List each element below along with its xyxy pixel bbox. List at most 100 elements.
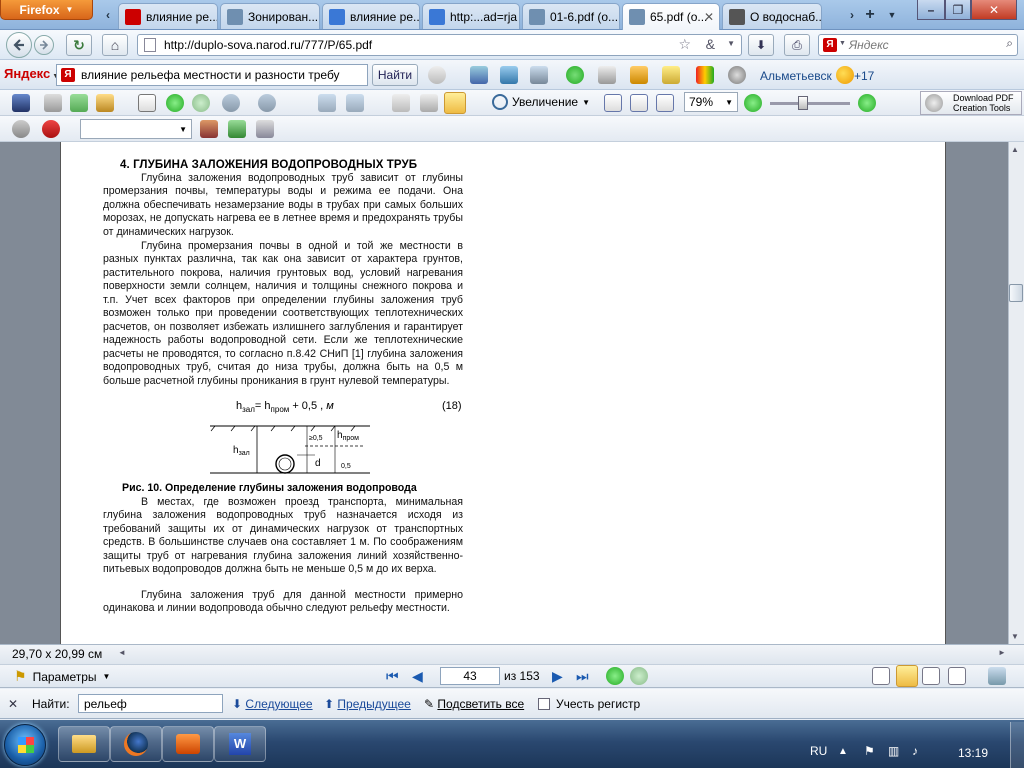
taskbar-word[interactable]: W bbox=[214, 726, 266, 762]
firefox-menu-button[interactable]: Firefox ▼ bbox=[0, 0, 93, 20]
redo-icon[interactable] bbox=[258, 94, 276, 112]
zoom-out-icon[interactable] bbox=[744, 94, 762, 112]
scroll-up-icon[interactable]: ▲ bbox=[1011, 145, 1019, 154]
prev-view-nav-icon[interactable] bbox=[606, 667, 624, 685]
share-icon[interactable] bbox=[70, 94, 88, 112]
url-dropdown-icon[interactable]: ▼ bbox=[727, 39, 735, 48]
next-view-nav-icon[interactable] bbox=[630, 667, 648, 685]
download-button[interactable]: ⬇ bbox=[748, 34, 774, 56]
glasses-icon[interactable] bbox=[12, 120, 30, 138]
next-view-icon[interactable] bbox=[192, 94, 210, 112]
folder-icon[interactable] bbox=[96, 94, 114, 112]
maximize-button[interactable]: ❐ bbox=[945, 0, 971, 20]
prev-page-icon[interactable]: ◀ bbox=[412, 668, 423, 685]
vertical-scrollbar-thumb[interactable] bbox=[1009, 284, 1023, 302]
filter-icon[interactable] bbox=[256, 120, 274, 138]
mail-icon[interactable] bbox=[598, 66, 616, 84]
zoom-in-icon[interactable] bbox=[858, 94, 876, 112]
yandex-find-button[interactable]: Найти bbox=[372, 64, 418, 86]
forward-button[interactable] bbox=[34, 35, 54, 55]
page-number-input[interactable]: 43 bbox=[440, 667, 500, 685]
zoom-slider-thumb[interactable] bbox=[798, 96, 808, 110]
minimize-button[interactable]: – bbox=[917, 0, 945, 20]
search-pdf-input[interactable]: ▼ bbox=[80, 119, 192, 139]
undo-icon[interactable] bbox=[222, 94, 240, 112]
tab-list-icon[interactable]: ▼ bbox=[882, 5, 902, 25]
bookmark-star-icon[interactable]: ☆ bbox=[678, 36, 691, 53]
search-icon[interactable]: ⌕ bbox=[1006, 36, 1013, 51]
prev-view-icon[interactable] bbox=[166, 94, 184, 112]
parameters-menu[interactable]: ⚑ Параметры ▼ bbox=[14, 668, 110, 685]
url-bar[interactable]: http://duplo-sova.narod.ru/777/P/65.pdf … bbox=[137, 34, 742, 56]
camera-icon[interactable] bbox=[420, 94, 438, 112]
taskbar-media-player[interactable] bbox=[162, 726, 214, 762]
find-previous-button[interactable]: ⬆ Предыдущее bbox=[324, 697, 411, 711]
facing-pages-icon[interactable] bbox=[922, 667, 940, 685]
search-engine-input[interactable]: Я ▼ Яндекс ⌕ bbox=[818, 34, 1018, 56]
continuous-facing-icon[interactable] bbox=[948, 667, 966, 685]
addon-icon[interactable]: & bbox=[706, 36, 715, 52]
match-case-checkbox[interactable]: Учесть регистр bbox=[538, 697, 640, 711]
find-next-button[interactable]: ⬇ Следующее bbox=[232, 697, 313, 711]
key-icon[interactable] bbox=[566, 66, 584, 84]
weather-city[interactable]: Альметьевск bbox=[760, 69, 832, 83]
show-desktop-button[interactable] bbox=[1010, 722, 1024, 768]
taskbar-explorer[interactable] bbox=[58, 726, 110, 762]
close-tab-icon[interactable]: ✕ bbox=[704, 10, 714, 24]
check-badge-icon[interactable] bbox=[470, 66, 488, 84]
print-icon[interactable] bbox=[44, 94, 62, 112]
language-indicator[interactable]: RU bbox=[810, 744, 827, 758]
hand-tool-icon[interactable] bbox=[392, 94, 410, 112]
zoom-menu[interactable]: Увеличение ▼ bbox=[492, 94, 590, 110]
ask-icon[interactable] bbox=[42, 120, 60, 138]
yandex-logo[interactable]: Яндекс ▼ bbox=[4, 66, 59, 81]
split-view-icon[interactable] bbox=[988, 667, 1006, 685]
actual-size-icon[interactable] bbox=[604, 94, 622, 112]
zoom-slider-track[interactable] bbox=[770, 102, 850, 105]
print-button[interactable]: ⎙ bbox=[784, 34, 810, 56]
hscroll-left-icon[interactable]: ◄ bbox=[118, 648, 126, 657]
find-input[interactable]: рельеф bbox=[78, 694, 223, 713]
grid-icon[interactable] bbox=[530, 66, 548, 84]
recycle-icon[interactable] bbox=[228, 120, 246, 138]
checklist-icon[interactable] bbox=[138, 94, 156, 112]
tray-expand-icon[interactable]: ▲ bbox=[838, 746, 848, 757]
screen-icon[interactable] bbox=[500, 66, 518, 84]
scroll-down-icon[interactable]: ▼ bbox=[1011, 632, 1019, 641]
single-page-icon[interactable] bbox=[872, 667, 890, 685]
tab-5[interactable]: 01-6.pdf (о... bbox=[522, 3, 620, 29]
tab-2[interactable]: Зонирован... bbox=[220, 3, 320, 29]
system-clock[interactable]: 13:19 bbox=[958, 746, 988, 760]
apps-icon[interactable] bbox=[696, 66, 714, 84]
bookmarks-icon[interactable] bbox=[630, 66, 648, 84]
page-layout-icon[interactable] bbox=[346, 94, 364, 112]
fit-width-icon[interactable] bbox=[656, 94, 674, 112]
close-find-icon[interactable]: ✕ bbox=[8, 697, 18, 711]
tab-scroll-right-icon[interactable]: › bbox=[842, 5, 862, 25]
last-page-icon[interactable]: ⏭ bbox=[576, 668, 589, 685]
first-page-icon[interactable]: ⏮ bbox=[386, 668, 399, 685]
chat-bubble-icon[interactable] bbox=[428, 66, 446, 84]
save-icon[interactable] bbox=[12, 94, 30, 112]
tools-icon[interactable] bbox=[200, 120, 218, 138]
select-tool-icon[interactable] bbox=[444, 92, 466, 114]
yandex-search-input[interactable]: Я влияние рельефа местности и разности т… bbox=[56, 64, 368, 86]
star-icon[interactable] bbox=[662, 66, 680, 84]
tab-6[interactable]: 65.pdf (о... ✕ bbox=[622, 3, 720, 30]
settings-gear-icon[interactable] bbox=[728, 66, 746, 84]
continuous-page-icon[interactable] bbox=[896, 665, 918, 687]
network-icon[interactable]: ▥ bbox=[888, 744, 899, 758]
close-window-button[interactable]: ✕ bbox=[971, 0, 1017, 20]
next-page-icon[interactable]: ▶ bbox=[552, 668, 563, 685]
reload-button[interactable]: ↻ bbox=[66, 34, 92, 56]
zoom-level-select[interactable]: 79% ▼ bbox=[684, 92, 738, 112]
tab-1[interactable]: влияние ре... bbox=[118, 3, 218, 29]
download-pdf-tools-button[interactable]: Download PDF Creation Tools bbox=[920, 91, 1022, 115]
action-center-flag-icon[interactable]: ⚑ bbox=[864, 744, 875, 758]
rotate-icon[interactable] bbox=[318, 94, 336, 112]
hscroll-right-icon[interactable]: ► bbox=[998, 648, 1006, 657]
highlight-all-button[interactable]: ✎ Подсветить все bbox=[424, 697, 524, 711]
home-button[interactable]: ⌂ bbox=[102, 34, 128, 56]
new-tab-icon[interactable]: + bbox=[860, 5, 880, 25]
tab-3[interactable]: влияние ре... bbox=[322, 3, 420, 29]
